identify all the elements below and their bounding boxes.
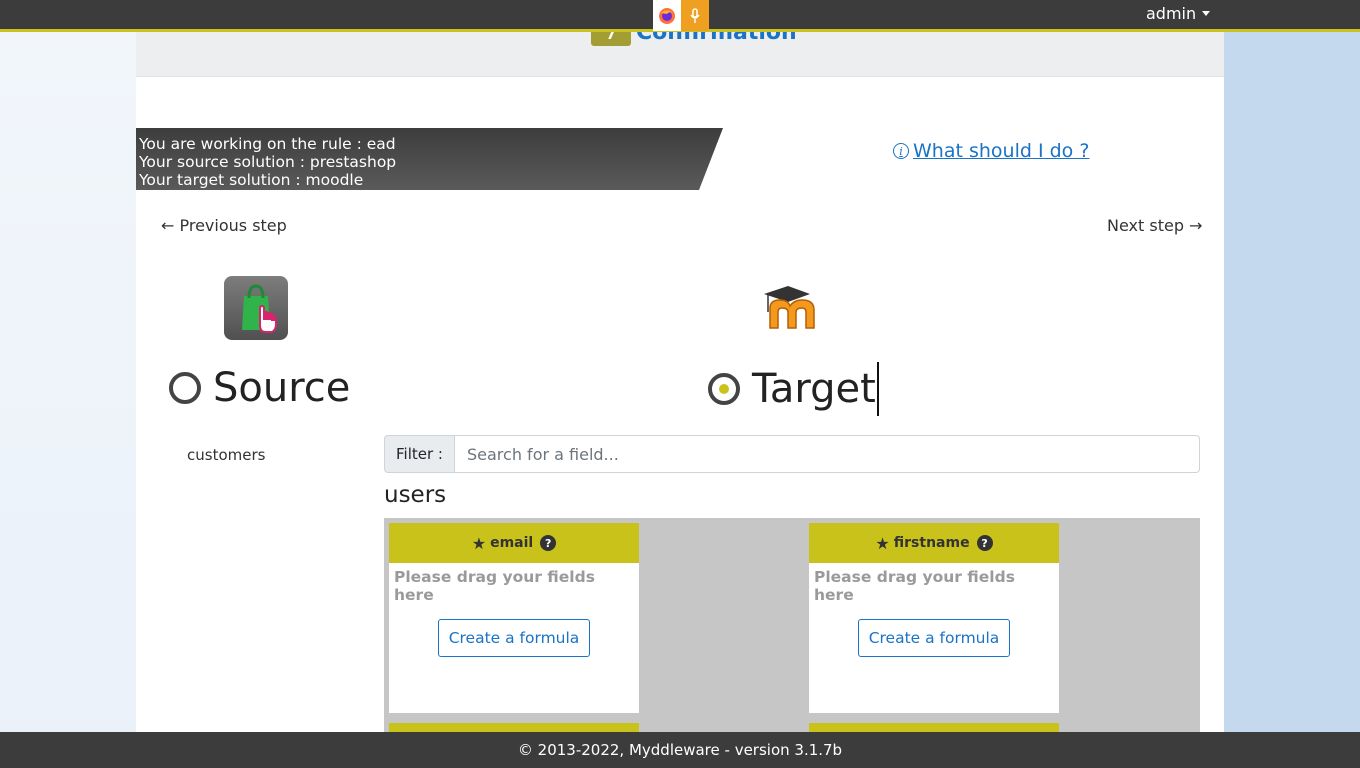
field-search-input[interactable] [455, 435, 1200, 473]
create-formula-button[interactable]: Create a formula [438, 619, 590, 657]
next-step-link[interactable]: Next step → [1107, 216, 1202, 235]
create-formula-button[interactable]: Create a formula [858, 619, 1010, 657]
target-module-title: users [384, 482, 447, 508]
moodle-logo [758, 282, 828, 332]
target-fields-area: ★ email ? Please drag your fields here C… [384, 518, 1200, 732]
help-link[interactable]: i What should I do ? [893, 140, 1089, 162]
help-icon[interactable]: ? [540, 535, 557, 551]
field-card-firstname[interactable]: ★ firstname ? Please drag your fields he… [809, 523, 1059, 713]
top-navbar: admin [0, 0, 1360, 32]
field-card-partial [809, 723, 1059, 732]
info-icon: i [893, 143, 909, 159]
filter-label: Filter : [384, 435, 455, 473]
source-radio[interactable]: Source [169, 365, 350, 411]
firefox-icon[interactable] [653, 0, 681, 31]
chevron-down-icon [1202, 11, 1211, 16]
source-radio-button[interactable] [169, 372, 201, 404]
target-radio-label: Target [752, 366, 876, 412]
system-tray [653, 0, 709, 31]
steps-band: 7 Confirmation [136, 32, 1224, 77]
drop-zone-text[interactable]: Please drag your fields here [389, 563, 639, 609]
field-name: email [490, 535, 534, 551]
rule-line: You are working on the rule : ead [139, 135, 396, 153]
field-filter: Filter : [384, 435, 1200, 473]
page-background-right [1224, 0, 1360, 768]
page-background-left [0, 0, 136, 768]
field-card-partial [389, 723, 639, 732]
microphone-icon[interactable] [681, 0, 709, 31]
field-card-header: ★ firstname ? [809, 523, 1059, 563]
help-icon[interactable]: ? [976, 535, 993, 551]
help-link-label: What should I do ? [913, 140, 1090, 162]
star-icon: ★ [875, 533, 890, 553]
field-card-header: ★ email ? [389, 523, 639, 563]
main-content: 7 Confirmation You are working on the ru… [136, 32, 1224, 732]
source-solution-line: Your source solution : prestashop [139, 153, 397, 171]
rule-info-banner: You are working on the rule : ead Your s… [136, 128, 723, 190]
text-cursor [876, 362, 879, 416]
source-radio-label: Source [213, 365, 351, 411]
radio-selected-dot [719, 384, 729, 394]
drop-zone-text[interactable]: Please drag your fields here [809, 563, 1059, 609]
user-menu[interactable]: admin [1146, 4, 1211, 23]
prestashop-logo [224, 276, 288, 340]
star-icon: ★ [471, 533, 487, 553]
source-module-name[interactable]: customers [187, 446, 265, 464]
step-label[interactable]: Confirmation [636, 32, 797, 45]
target-radio-button[interactable] [708, 373, 740, 405]
target-radio[interactable]: Target [708, 362, 879, 416]
previous-step-link[interactable]: ← Previous step [161, 216, 287, 235]
field-name: firstname [893, 535, 970, 551]
user-menu-label: admin [1146, 4, 1197, 23]
field-card-email[interactable]: ★ email ? Please drag your fields here C… [389, 523, 639, 713]
footer-text: © 2013-2022, Myddleware - version 3.1.7b [517, 741, 843, 759]
footer: © 2013-2022, Myddleware - version 3.1.7b [0, 732, 1360, 768]
target-solution-line: Your target solution : moodle [139, 171, 364, 189]
step-number-badge[interactable]: 7 [591, 32, 631, 46]
